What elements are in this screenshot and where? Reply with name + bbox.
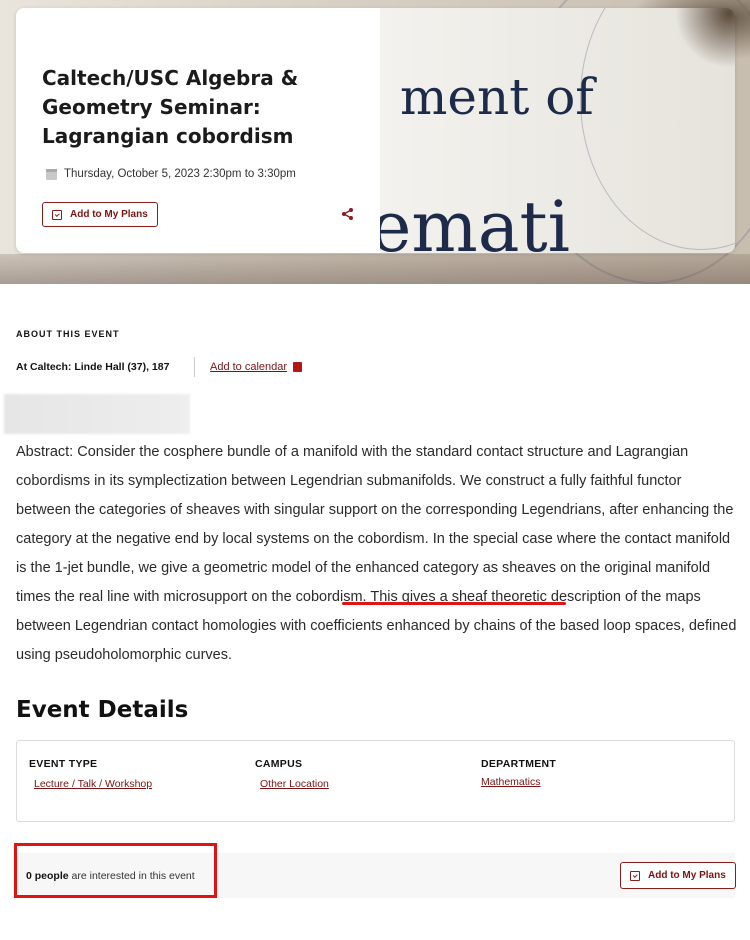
event-details-box: EVENT TYPE Lecture / Talk / Workshop CAM… (16, 740, 735, 822)
event-date-row: Thursday, October 5, 2023 2:30pm to 3:30… (46, 168, 296, 180)
campus-column: CAMPUS Other Location (255, 758, 329, 790)
add-to-my-plans-label: Add to My Plans (648, 870, 726, 881)
hero-image-corner (675, 8, 735, 68)
add-to-my-plans-label: Add to My Plans (70, 209, 148, 220)
hero-image-text-1: ment of (400, 68, 594, 126)
event-type-label: EVENT TYPE (29, 758, 98, 770)
add-to-my-plans-button-bottom[interactable]: Add to My Plans (620, 862, 736, 889)
share-icon-svg (342, 208, 353, 220)
about-heading: ABOUT THIS EVENT (16, 329, 120, 339)
event-title: Caltech/USC Algebra & Geometry Seminar: … (42, 66, 299, 148)
highlight-underline (342, 602, 566, 605)
campus-link[interactable]: Other Location (260, 778, 329, 790)
department-label: DEPARTMENT (481, 758, 557, 770)
hero-image: ment of emati (380, 8, 735, 253)
event-type-column: EVENT TYPE Lecture / Talk / Workshop (29, 758, 152, 790)
event-location: At Caltech: Linde Hall (37), 187 (16, 361, 170, 373)
hero-banner: ment of emati Caltech/USC Algebra & Geom… (0, 0, 750, 284)
calendar-icon (293, 362, 303, 372)
event-date: Thursday, October 5, 2023 2:30pm to 3:30… (64, 168, 296, 180)
add-to-my-plans-button[interactable]: Add to My Plans (42, 202, 158, 227)
calendar-check-icon (630, 870, 640, 881)
blurred-speaker-name (4, 394, 190, 434)
event-details-heading: Event Details (16, 697, 189, 723)
event-abstract: Abstract: Consider the cosphere bundle o… (16, 438, 738, 670)
campus-label: CAMPUS (255, 758, 303, 770)
department-column: DEPARTMENT Mathematics (481, 758, 556, 788)
hero-panel: ment of emati Caltech/USC Algebra & Geom… (16, 8, 735, 253)
event-type-link[interactable]: Lecture / Talk / Workshop (34, 778, 152, 790)
add-to-calendar-label: Add to calendar (210, 361, 288, 373)
department-link[interactable]: Mathematics (481, 776, 556, 788)
hero-image-text-2: emati (380, 186, 571, 253)
calendar-check-icon (52, 209, 62, 220)
add-to-calendar-link[interactable]: Add to calendar (210, 361, 303, 373)
divider (194, 357, 195, 377)
abstract-highlight: microsupport on the cobordism. (163, 589, 367, 605)
abstract-text-start: Abstract: Consider the cosphere bundle o… (16, 444, 734, 605)
annotation-highlight-box (14, 843, 217, 898)
share-icon[interactable] (342, 208, 353, 223)
event-header-card: Caltech/USC Algebra & Geometry Seminar: … (16, 8, 380, 253)
hero-bg-bottom (0, 254, 750, 284)
calendar-icon (46, 168, 57, 180)
